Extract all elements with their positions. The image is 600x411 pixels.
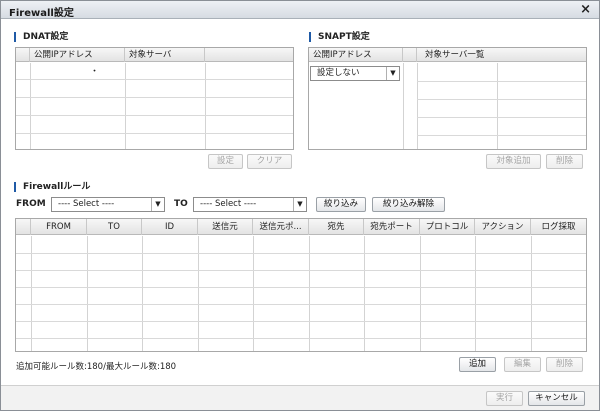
dialog-titlebar: Firewall設定 × — [1, 1, 599, 19]
rule-count-text: 追加可能ルール数:180/最大ルール数:180 — [16, 362, 177, 372]
snapt-delete-button[interactable]: 削除 — [546, 154, 583, 169]
firewall-rules-grid: FROM TO ID 送信元 送信元ポ... 宛先 宛先ポート プロトコル アク… — [15, 218, 587, 352]
fw-header-protocol: プロトコル — [420, 219, 475, 235]
snapt-header-select — [403, 48, 417, 62]
chevron-down-icon: ▼ — [293, 198, 306, 211]
fw-header-select — [16, 219, 31, 235]
dnat-row-cell[interactable]: ・ — [90, 64, 99, 77]
from-label: FROM — [16, 199, 46, 209]
firewall-settings-dialog: Firewall設定 × DNAT設定 公開IPアドレス 対象サーバ ・ 設定 … — [0, 0, 600, 411]
close-icon[interactable]: × — [580, 2, 591, 17]
dnat-grid: 公開IPアドレス 対象サーバ ・ — [15, 47, 294, 150]
snapt-public-ip-select[interactable]: 設定しない ▼ — [310, 66, 400, 81]
filter-button[interactable]: 絞り込み — [316, 197, 366, 212]
dnat-clear-button[interactable]: クリア — [247, 154, 292, 169]
clear-filter-button[interactable]: 絞り込み解除 — [372, 197, 445, 212]
to-label: TO — [174, 199, 188, 209]
dialog-footer: 実行 キャンセル — [1, 385, 599, 410]
fw-header-from: FROM — [31, 219, 87, 235]
fw-header-destination: 宛先 — [309, 219, 364, 235]
dnat-section-title: DNAT設定 — [14, 32, 68, 42]
snapt-grid: 公開IPアドレス 対象サーバ一覧 設定しない ▼ — [308, 47, 587, 150]
dnat-grid-header: 公開IPアドレス 対象サーバ — [16, 48, 293, 62]
from-zone-select[interactable]: ---- Select ---- ▼ — [51, 197, 165, 212]
snapt-add-target-button[interactable]: 対象追加 — [486, 154, 541, 169]
dnat-header-public-ip: 公開IPアドレス — [30, 48, 125, 62]
snapt-header-target-list: 対象サーバ一覧 — [425, 50, 485, 60]
dnat-header-extra — [205, 48, 293, 62]
firewall-section-title: Firewallルール — [14, 182, 90, 192]
fw-header-source: 送信元 — [198, 219, 253, 235]
dialog-title: Firewall設定 — [9, 8, 74, 19]
cancel-button[interactable]: キャンセル — [528, 391, 585, 406]
fw-header-destination-port: 宛先ポート — [364, 219, 420, 235]
to-zone-select[interactable]: ---- Select ---- ▼ — [193, 197, 307, 212]
delete-rule-button[interactable]: 削除 — [546, 357, 583, 372]
dnat-header-target-server: 対象サーバ — [125, 48, 205, 62]
from-select-value: ---- Select ---- — [58, 199, 115, 209]
execute-button[interactable]: 実行 — [486, 391, 523, 406]
chevron-down-icon: ▼ — [386, 67, 399, 80]
dnat-header-select — [16, 48, 30, 62]
fw-header-action: アクション — [475, 219, 531, 235]
fw-header-source-port: 送信元ポ... — [253, 219, 309, 235]
fw-header-id: ID — [142, 219, 198, 235]
fw-header-logging: ログ採取 — [541, 222, 576, 232]
chevron-down-icon: ▼ — [151, 198, 164, 211]
snapt-header-public-ip: 公開IPアドレス — [309, 48, 403, 62]
firewall-grid-header: FROM TO ID 送信元 送信元ポ... 宛先 宛先ポート プロトコル アク… — [16, 219, 586, 235]
dnat-set-button[interactable]: 設定 — [208, 154, 243, 169]
fw-header-to: TO — [87, 219, 142, 235]
snapt-select-value: 設定しない — [317, 68, 360, 78]
to-select-value: ---- Select ---- — [200, 199, 257, 209]
snapt-section-title: SNAPT設定 — [309, 32, 370, 42]
edit-rule-button[interactable]: 編集 — [504, 357, 541, 372]
snapt-grid-header: 公開IPアドレス 対象サーバ一覧 — [309, 48, 586, 62]
add-rule-button[interactable]: 追加 — [459, 357, 496, 372]
